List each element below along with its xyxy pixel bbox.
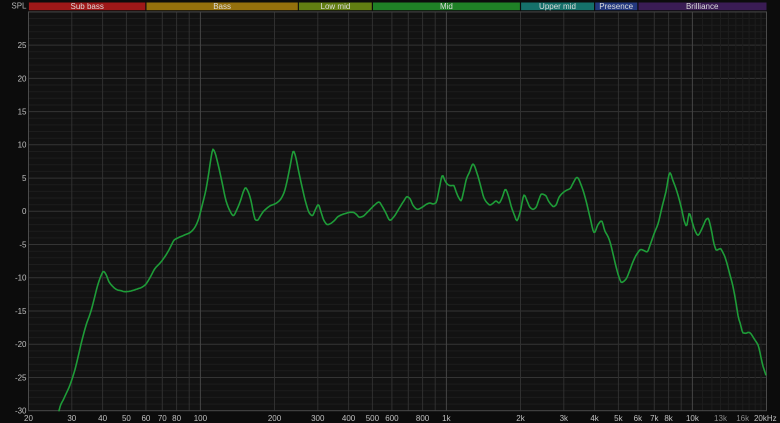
svg-text:2k: 2k: [516, 414, 525, 423]
svg-text:13k: 13k: [714, 414, 728, 423]
svg-text:16k: 16k: [736, 414, 750, 423]
svg-text:50: 50: [122, 414, 131, 423]
svg-text:200: 200: [268, 414, 282, 423]
svg-text:20: 20: [24, 414, 33, 423]
svg-text:Sub bass: Sub bass: [71, 2, 104, 11]
svg-text:40: 40: [98, 414, 107, 423]
svg-text:800: 800: [416, 414, 430, 423]
svg-text:300: 300: [311, 414, 325, 423]
svg-text:1k: 1k: [442, 414, 451, 423]
svg-text:Mid: Mid: [440, 2, 453, 11]
svg-text:Presence: Presence: [599, 2, 633, 11]
svg-text:Low mid: Low mid: [321, 2, 351, 11]
svg-text:10k: 10k: [686, 414, 700, 423]
svg-text:60: 60: [141, 414, 150, 423]
svg-text:30: 30: [67, 414, 76, 423]
svg-text:500: 500: [366, 414, 380, 423]
svg-text:70: 70: [158, 414, 167, 423]
svg-text:4k: 4k: [590, 414, 599, 423]
svg-text:Bass: Bass: [213, 2, 231, 11]
svg-text:Upper mid: Upper mid: [539, 2, 576, 11]
svg-text:0: 0: [22, 207, 27, 216]
svg-text:-5: -5: [19, 240, 27, 249]
svg-text:-25: -25: [15, 373, 27, 382]
svg-text:5: 5: [22, 174, 27, 183]
svg-text:5k: 5k: [614, 414, 623, 423]
svg-text:6k: 6k: [634, 414, 643, 423]
svg-text:8k: 8k: [664, 414, 673, 423]
svg-text:3k: 3k: [560, 414, 569, 423]
svg-text:-10: -10: [15, 274, 27, 283]
svg-text:20: 20: [18, 74, 27, 83]
svg-text:400: 400: [342, 414, 356, 423]
svg-text:15: 15: [18, 108, 27, 117]
svg-text:7k: 7k: [650, 414, 659, 423]
svg-text:10: 10: [18, 141, 27, 150]
svg-text:Brilliance: Brilliance: [686, 2, 719, 11]
svg-text:-20: -20: [15, 340, 27, 349]
svg-text:600: 600: [385, 414, 399, 423]
svg-text:20kHz: 20kHz: [754, 414, 777, 423]
svg-text:25: 25: [18, 41, 27, 50]
svg-text:SPL: SPL: [11, 2, 27, 11]
svg-text:100: 100: [194, 414, 208, 423]
svg-text:80: 80: [172, 414, 181, 423]
svg-text:-15: -15: [15, 307, 27, 316]
